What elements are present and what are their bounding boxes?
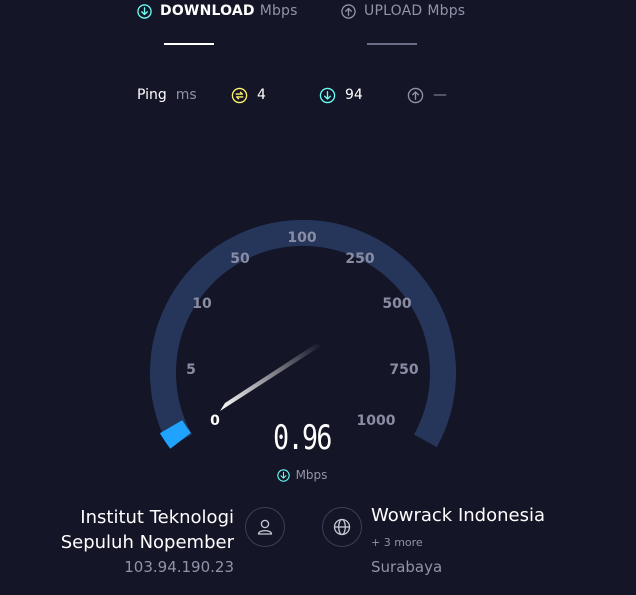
server-location: Surabaya <box>371 558 443 576</box>
globe-icon <box>333 518 351 536</box>
gauge-progress <box>159 419 192 449</box>
tick-label-50: 50 <box>230 251 250 267</box>
tick-label-1000: 1000 <box>357 413 396 429</box>
tick-label-0: 0 <box>210 413 220 429</box>
server-more-link[interactable]: + 3 more <box>371 536 423 549</box>
server-button[interactable] <box>322 507 362 547</box>
provider-button[interactable] <box>245 507 285 547</box>
download-unit-icon <box>276 468 290 482</box>
provider-name-line1: Institut Teknologi <box>80 507 234 528</box>
provider-name-line2: Sepuluh Nopember <box>60 532 234 553</box>
tick-label-5: 5 <box>186 362 196 378</box>
tick-label-100: 100 <box>287 230 316 246</box>
provider-ip: 103.94.190.23 <box>124 558 234 576</box>
speed-unit: Mbps <box>262 468 342 482</box>
speed-unit-label: Mbps <box>295 468 328 482</box>
gauge-track <box>150 219 456 448</box>
gauge-needle <box>220 343 321 411</box>
tick-label-250: 250 <box>345 251 374 267</box>
tick-label-500: 500 <box>382 296 411 312</box>
tick-label-10: 10 <box>192 296 212 312</box>
user-icon <box>257 519 273 535</box>
provider-name: Institut Teknologi Sepuluh Nopember <box>61 505 234 555</box>
speed-value: 0.96 <box>273 418 332 458</box>
server-name[interactable]: Wowrack Indonesia <box>371 505 545 526</box>
tick-label-750: 750 <box>389 362 418 378</box>
